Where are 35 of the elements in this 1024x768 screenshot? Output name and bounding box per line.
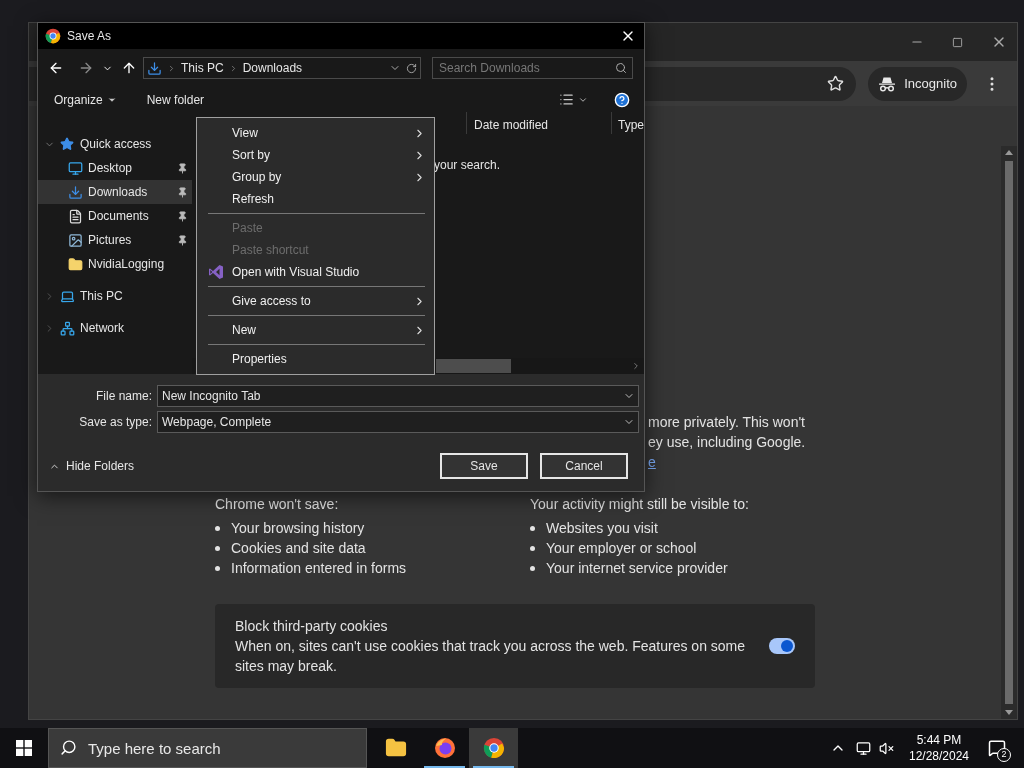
nav-label: This PC [80, 288, 124, 305]
menu-item-label: Paste shortcut [232, 242, 310, 259]
nav-label: Quick access [80, 136, 153, 153]
list-item: Information entered in forms [231, 559, 407, 578]
menu-item-label: New [232, 322, 257, 339]
dialog-title: Save As [67, 28, 113, 45]
list-item: Websites you visit [546, 519, 658, 538]
list-item: Your employer or school [546, 539, 697, 558]
list-item: Cookies and site data [231, 539, 366, 558]
field-label: File name: [94, 388, 153, 405]
list-item: Your internet service provider [546, 559, 728, 578]
notification-count: 2 [997, 748, 1011, 762]
field-label: Save as type: [78, 414, 153, 431]
intro-text: more privately. This won't [648, 413, 806, 432]
list-item: Your browsing history [231, 519, 365, 538]
menu-item-label: Paste [232, 220, 264, 237]
menu-item-label: View [232, 125, 259, 142]
menu-item-label: Give access to [232, 293, 312, 310]
menu-item-label: Refresh [232, 191, 276, 208]
nav-label: NvidiaLogging [88, 256, 166, 273]
empty-message: your search. [434, 157, 501, 174]
nav-label: Desktop [88, 160, 134, 177]
nav-label: Network [80, 320, 125, 337]
nav-label: Documents [88, 208, 150, 225]
menu-item-label: Sort by [232, 147, 271, 164]
column-heading: Your activity might still be visible to: [530, 495, 750, 514]
menu-item-label: Open with Visual Studio [232, 264, 361, 281]
card-description: When on, sites can't use cookies that track you across the web. Features on some sites may break. [235, 637, 747, 676]
column-heading: Chrome won't save: [215, 495, 340, 514]
menu-item-label: Properties [232, 351, 288, 368]
nav-label: Downloads [88, 184, 149, 201]
card-title: Block third-party cookies [235, 617, 389, 636]
intro-text: ey use, including Google. [648, 433, 807, 452]
menu-item-label: Group by [232, 169, 283, 186]
nav-label: Pictures [88, 232, 133, 249]
